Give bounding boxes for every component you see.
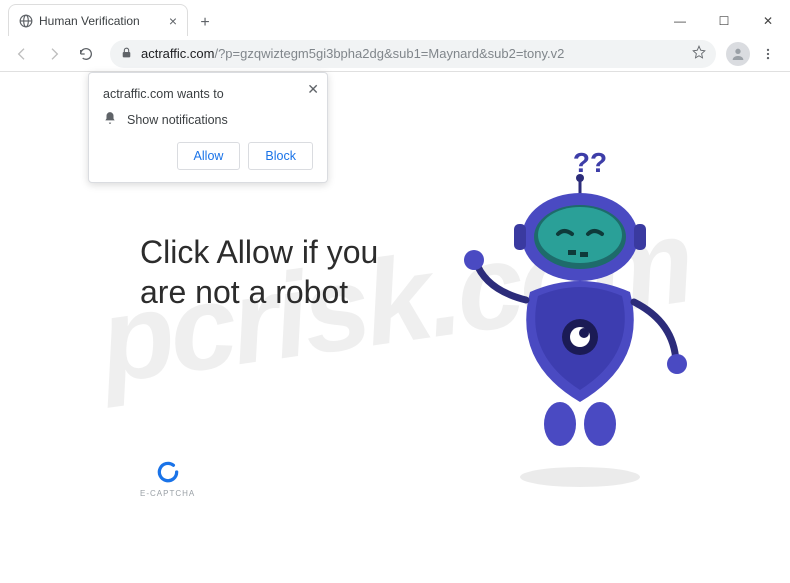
tab-title: Human Verification [39, 14, 161, 28]
kebab-menu-icon[interactable] [754, 47, 782, 61]
forward-button[interactable] [40, 40, 68, 68]
maximize-button[interactable]: ☐ [702, 6, 746, 36]
permission-origin: actraffic.com wants to [103, 87, 313, 101]
back-button[interactable] [8, 40, 36, 68]
permission-actions: Allow Block [103, 142, 313, 170]
allow-button[interactable]: Allow [177, 142, 241, 170]
window-controls: — ☐ ✕ [658, 6, 790, 36]
permission-request-row: Show notifications [103, 111, 313, 128]
url-text: actraffic.com/?p=gzqwiztegm5gi3bpha2dg&s… [141, 46, 684, 61]
captcha-badge: E-CAPTCHA [140, 459, 195, 498]
address-bar[interactable]: actraffic.com/?p=gzqwiztegm5gi3bpha2dg&s… [110, 40, 716, 68]
browser-tab[interactable]: Human Verification × [8, 4, 188, 36]
minimize-button[interactable]: — [658, 6, 702, 36]
captcha-label: E-CAPTCHA [140, 489, 195, 498]
close-window-button[interactable]: ✕ [746, 6, 790, 36]
permission-request-text: Show notifications [127, 113, 228, 127]
toolbar: actraffic.com/?p=gzqwiztegm5gi3bpha2dg&s… [0, 36, 790, 72]
close-tab-icon[interactable]: × [167, 13, 179, 29]
question-marks-icon: ?? [573, 147, 607, 178]
close-popup-icon[interactable]: ✕ [307, 81, 319, 98]
captcha-logo-icon [155, 459, 181, 485]
profile-avatar[interactable] [726, 42, 750, 66]
new-tab-button[interactable]: + [192, 10, 218, 36]
robot-illustration: ?? [450, 142, 710, 502]
lock-icon [120, 46, 133, 62]
notification-permission-popup: ✕ actraffic.com wants to Show notificati… [88, 72, 328, 183]
titlebar: Human Verification × + — ☐ ✕ [0, 0, 790, 36]
reload-button[interactable] [72, 40, 100, 68]
bookmark-star-icon[interactable] [692, 45, 706, 62]
globe-icon [19, 14, 33, 28]
headline-text: Click Allow if you are not a robot [140, 232, 390, 312]
bell-icon [103, 111, 117, 128]
block-button[interactable]: Block [248, 142, 313, 170]
